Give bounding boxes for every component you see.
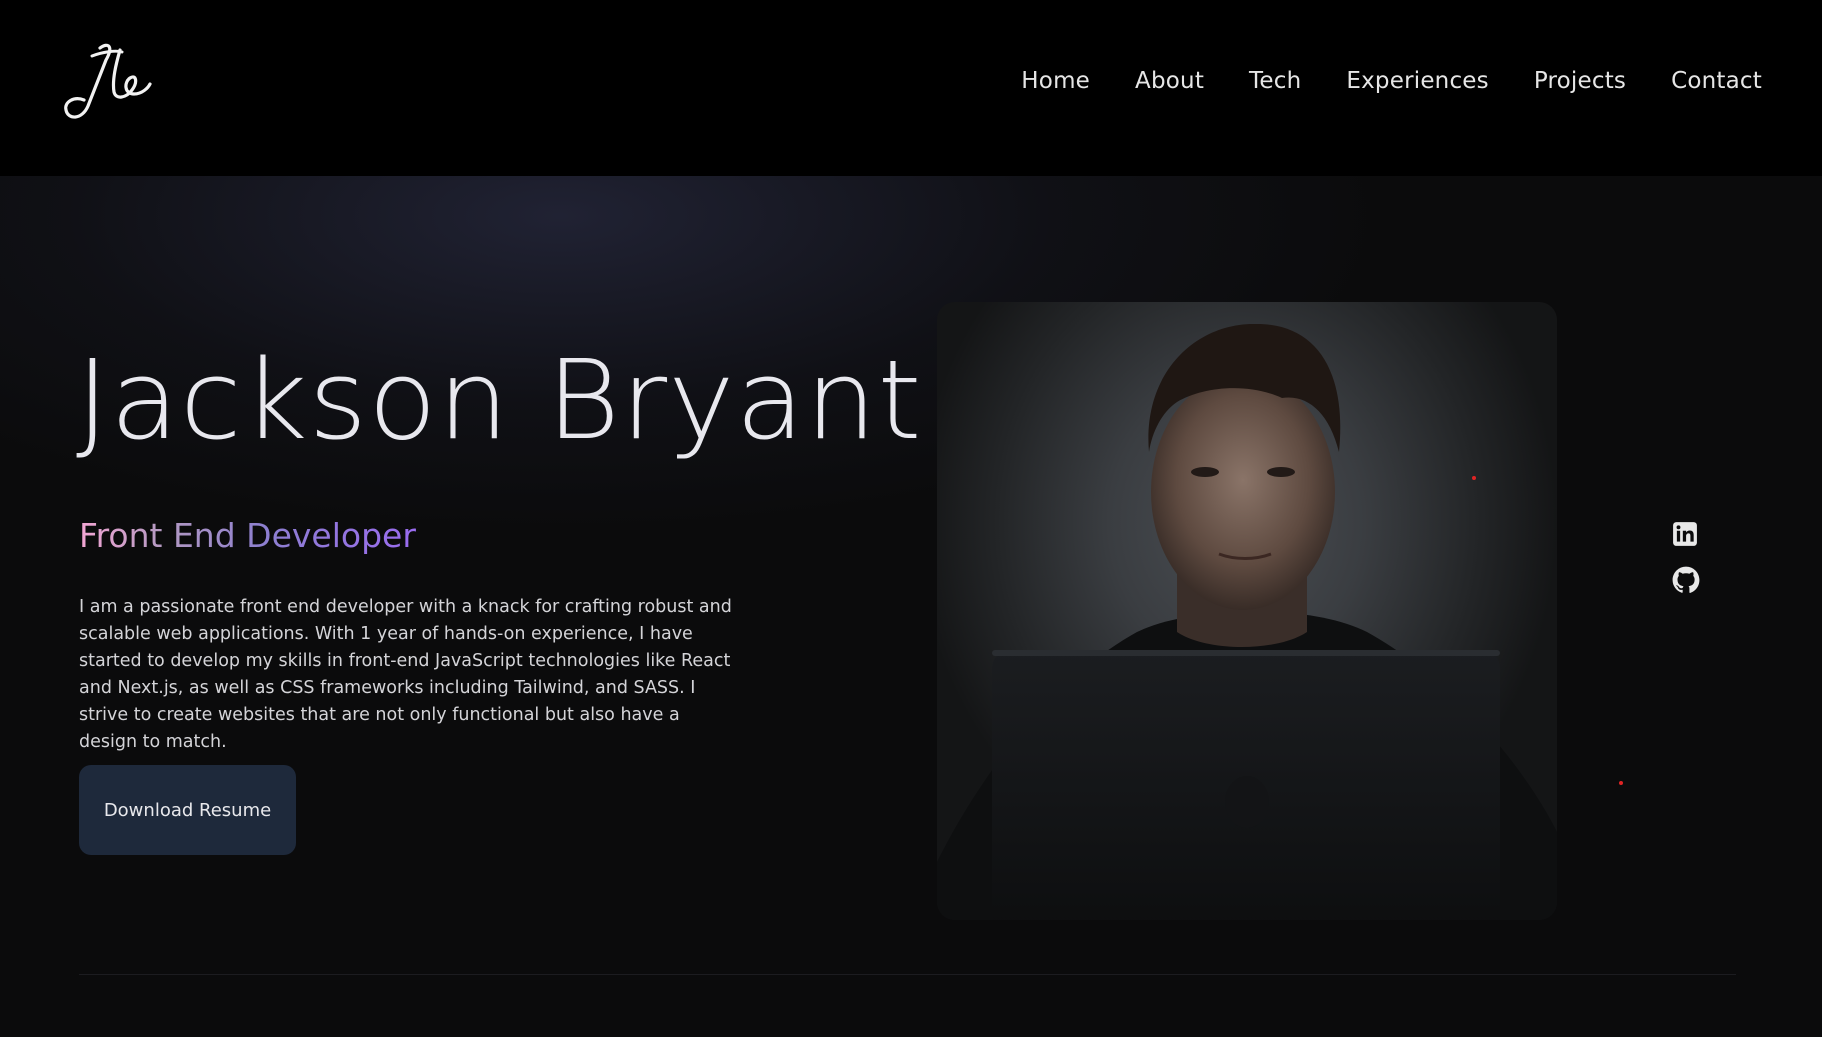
accent-dot xyxy=(1472,476,1476,480)
nav-home[interactable]: Home xyxy=(1021,68,1090,94)
section-divider xyxy=(79,974,1736,975)
github-link[interactable] xyxy=(1672,566,1700,598)
nav-contact[interactable]: Contact xyxy=(1671,68,1762,94)
linkedin-link[interactable] xyxy=(1672,521,1698,551)
nav-about[interactable]: About xyxy=(1135,68,1204,94)
nav-experiences[interactable]: Experiences xyxy=(1346,68,1488,94)
logo-signature-icon xyxy=(64,43,152,119)
github-icon xyxy=(1672,566,1700,593)
profile-photo xyxy=(937,302,1557,920)
nav-tech[interactable]: Tech xyxy=(1249,68,1301,94)
site-header: Home About Tech Experiences Projects Con… xyxy=(0,0,1822,176)
main-nav: Home About Tech Experiences Projects Con… xyxy=(1021,68,1762,94)
logo[interactable] xyxy=(62,40,154,126)
hero-name-text: Jackson Bryant xyxy=(76,336,923,464)
nav-projects[interactable]: Projects xyxy=(1534,68,1626,94)
hero-name: Jackson Bryant xyxy=(76,336,923,464)
linkedin-icon xyxy=(1673,522,1697,546)
profile-photo-illustration xyxy=(937,323,1557,920)
hero-role: Front End Developer xyxy=(79,516,416,555)
hero-section: Jackson Bryant Front End Developer I am … xyxy=(0,176,1822,1037)
download-resume-button[interactable]: Download Resume xyxy=(79,765,296,855)
accent-dot xyxy=(1619,781,1623,785)
hero-bio: I am a passionate front end developer wi… xyxy=(79,597,732,752)
